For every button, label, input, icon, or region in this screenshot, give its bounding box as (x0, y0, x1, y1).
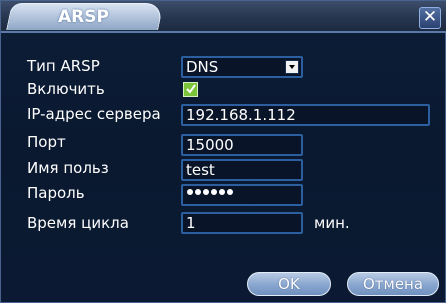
cycle-time-label: Время цикла (27, 214, 129, 232)
server-ip-input[interactable]: 192.168.1.112 (181, 104, 430, 126)
password-dot (211, 189, 217, 195)
enable-checkbox[interactable] (183, 82, 198, 97)
server-ip-label: IP-адрес сервера (27, 105, 161, 123)
password-input[interactable] (181, 184, 303, 206)
close-icon: ✕ (422, 7, 438, 27)
username-label: Имя польз (27, 159, 109, 177)
password-dot (187, 189, 193, 195)
cycle-time-input[interactable]: 1 (181, 212, 303, 234)
dialog-title: ARSP (58, 7, 109, 27)
dropdown-arrow-icon[interactable] (285, 60, 299, 74)
arsp-type-label: Тип ARSP (27, 57, 100, 75)
password-mask (187, 189, 233, 195)
title-bar: ARSP ✕ (1, 1, 446, 31)
close-button[interactable]: ✕ (419, 7, 441, 29)
port-input[interactable]: 15000 (181, 134, 303, 156)
checkmark-icon (186, 84, 196, 94)
password-label: Пароль (27, 184, 85, 202)
port-label: Порт (27, 133, 66, 151)
username-input[interactable]: test (181, 159, 303, 181)
cycle-time-unit: мин. (314, 214, 350, 232)
password-dot (203, 189, 209, 195)
cancel-button[interactable]: Отмена (347, 272, 439, 296)
enable-label: Включить (27, 80, 105, 98)
header-divider (1, 31, 446, 33)
password-dot (227, 189, 233, 195)
arsp-dialog: ARSP ✕ Тип ARSP DNS Включить IP-адрес се… (0, 0, 446, 303)
ok-button[interactable]: OK (247, 272, 331, 296)
arsp-type-value: DNS (186, 58, 219, 76)
arsp-type-select[interactable]: DNS (181, 56, 303, 78)
password-dot (195, 189, 201, 195)
password-dot (219, 189, 225, 195)
